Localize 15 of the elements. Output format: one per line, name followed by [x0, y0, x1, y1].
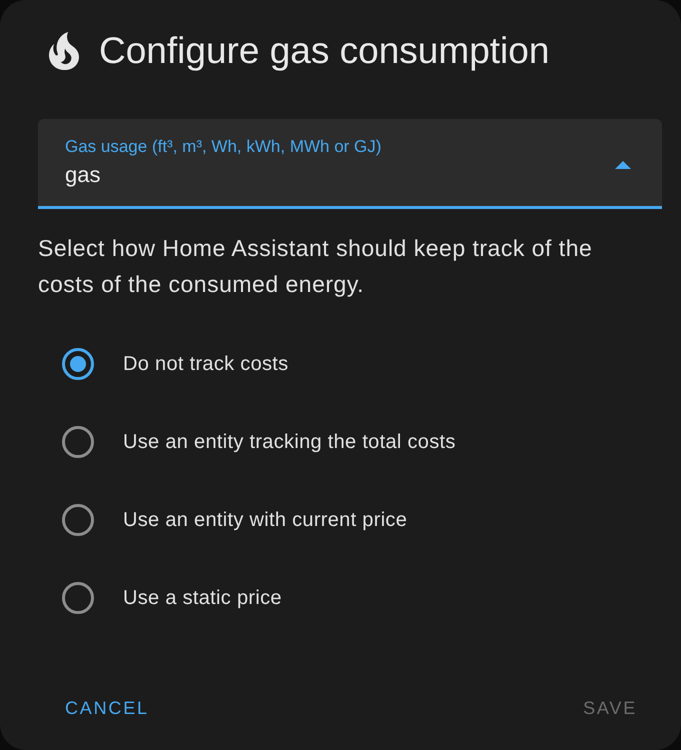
option-label[interactable]: Use a static price: [123, 586, 282, 610]
radio-button[interactable]: [62, 504, 94, 536]
floating-label: Gas usage (ft³, m³, Wh, kWh, MWh or GJ): [65, 137, 382, 157]
dialog-button[interactable]: CANCEL: [49, 688, 165, 728]
radio-button[interactable]: [62, 582, 94, 614]
description-text: Select how Home Assistant should keep track of the costs of the consumed energy.: [38, 234, 594, 299]
dialog-title: Configure gas consumption: [99, 29, 550, 73]
option-label[interactable]: Use an entity tracking the total costs: [123, 430, 456, 454]
selected-value: gas: [65, 162, 102, 188]
flame-icon: [49, 32, 79, 70]
gas-usage-select[interactable]: Gas usage (ft³, m³, Wh, kWh, MWh or GJ) gas: [38, 119, 662, 209]
radio-button[interactable]: [62, 426, 94, 458]
radio-button[interactable]: [62, 348, 94, 380]
option-label[interactable]: Use an entity with current price: [123, 508, 408, 532]
option-label[interactable]: Do not track costs: [123, 352, 288, 376]
